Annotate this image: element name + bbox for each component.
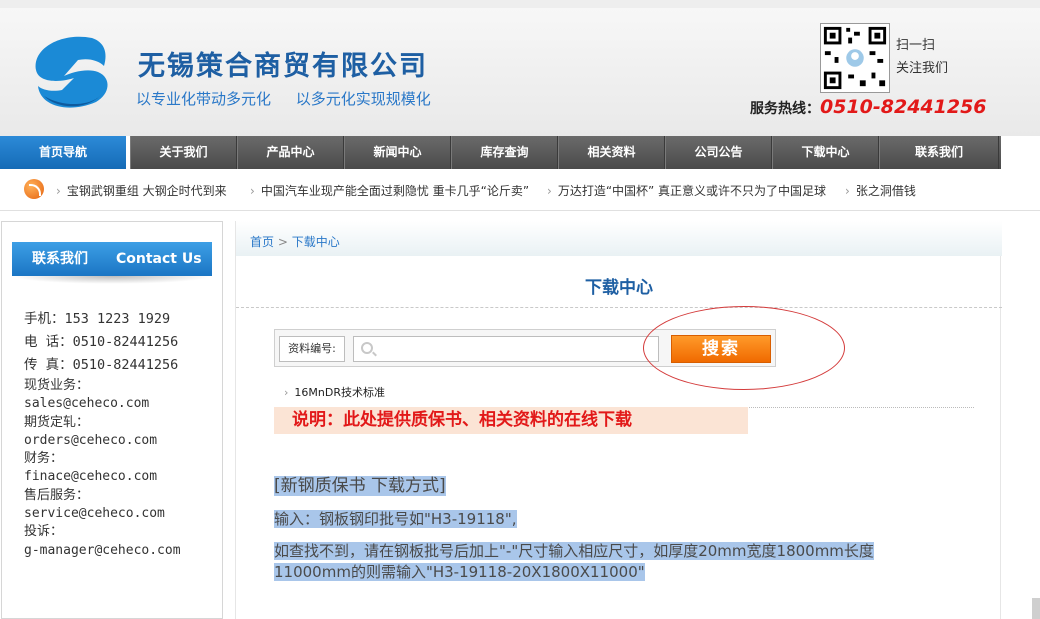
nav-item-inventory[interactable]: 库存查询: [451, 136, 558, 169]
nav-item-downloads[interactable]: 下载中心: [772, 136, 879, 169]
news-ticker: 宝钢武钢重组 大钢企时代到来 中国汽车业现产能全面过剩隐忧 重卡几乎“论斤卖” …: [0, 169, 1040, 211]
rss-icon: [24, 179, 44, 199]
qr-caption: 扫一扫 关注我们: [896, 34, 948, 80]
hotline-number: 0510-82441256: [820, 96, 987, 118]
main-nav: 首页导航 关于我们 产品中心 新闻中心 库存查询 相关资料 公司公告 下载中心 …: [0, 136, 1001, 169]
breadcrumb-bar: 首页 > 下载中心: [236, 221, 1002, 256]
qr-code-icon: [820, 23, 890, 93]
method-step-2: 如查找不到，请在钢板批号后加上"-"尺寸输入相应尺寸，如厚度20mm宽度1800…: [274, 541, 974, 583]
news-item[interactable]: 宝钢武钢重组 大钢企时代到来: [56, 182, 227, 199]
method-title-text: [新钢质保书 下载方式]: [274, 476, 446, 496]
news-item[interactable]: 中国汽车业现产能全面过剩隐忧 重卡几乎“论斤卖”: [250, 182, 529, 199]
site-header: 无锡策合商贸有限公司 以专业化带动多元化 以多元化实现规模化 扫一扫 关注我们 …: [0, 8, 1040, 136]
method-step-1: 输入：钢板钢印批号如"H3-19118",: [274, 508, 517, 529]
nav-item-about[interactable]: 关于我们: [130, 136, 237, 169]
divider: [236, 307, 1002, 308]
search-label: 资料编号:: [279, 336, 345, 362]
slogan-1: 以专业化带动多元化: [136, 90, 272, 108]
nav-item-home[interactable]: 首页导航: [0, 136, 126, 169]
breadcrumb-current[interactable]: 下载中心: [292, 235, 340, 249]
highlight-circle: [643, 306, 845, 390]
hotline: 服务热线：0510-82441256: [750, 96, 987, 118]
breadcrumb-home[interactable]: 首页: [250, 235, 274, 249]
method-step-2-line-1: 如查找不到，请在钢板批号后加上"-"尺寸输入相应尺寸，如厚度20mm宽度1800…: [274, 542, 874, 560]
nav-item-announcements[interactable]: 公司公告: [665, 136, 772, 169]
contact-line: 投诉：: [24, 524, 64, 540]
main-content: 首页 > 下载中心 下载中心 资料编号: 搜索 16MnDR技术标准 说明：此处…: [235, 221, 1002, 619]
contact-title-cn: 联系我们: [32, 251, 88, 267]
search-icon: [361, 342, 373, 354]
nav-item-news[interactable]: 新闻中心: [344, 136, 451, 169]
contact-lines: 手机：153 1223 1929 电 话：0510-82441256 传 真：0…: [24, 308, 181, 560]
page-title: 下载中心: [585, 278, 653, 298]
breadcrumb-separator: >: [277, 235, 288, 249]
method-step-1-text: 输入：钢板钢印批号如"H3-19118",: [274, 510, 517, 528]
breadcrumb: 首页 > 下载中心: [250, 233, 340, 250]
slogan-2: 以多元化实现规模化: [295, 90, 431, 108]
title-shadow: [12, 276, 212, 284]
search-input[interactable]: [353, 336, 659, 362]
news-item[interactable]: 万达打造“中国杯” 真正意义或许不只为了中国足球: [547, 182, 826, 199]
contact-line: sales@ceheco.com: [24, 396, 150, 412]
qr-caption-1: 扫一扫: [896, 38, 936, 53]
contact-line: 传 真：0510-82441256: [24, 357, 179, 373]
method-step-2-line-2: 11000mm的则需输入"H3-19118-20X1800X11000": [274, 563, 645, 581]
nav-item-contact[interactable]: 联系我们: [879, 136, 999, 169]
contact-line: 期货定轧：: [24, 414, 90, 430]
download-notice: 说明：此处提供质保书、相关资料的在线下载: [274, 407, 748, 434]
slogan: 以专业化带动多元化 以多元化实现规模化: [136, 88, 451, 109]
contact-line: 财务：: [24, 451, 64, 467]
contact-line: orders@ceheco.com: [24, 432, 158, 448]
document-link[interactable]: 16MnDR技术标准: [284, 384, 385, 400]
nav-item-materials[interactable]: 相关资料: [558, 136, 665, 169]
qr-caption-2: 关注我们: [896, 61, 949, 76]
company-name: 无锡策合商贸有限公司: [138, 51, 428, 82]
contact-line: service@ceheco.com: [24, 506, 165, 522]
contact-line: g-manager@ceheco.com: [24, 542, 181, 558]
contact-line: 售后服务：: [24, 487, 90, 503]
top-bar: [0, 0, 1040, 8]
contact-title: 联系我们 Contact Us: [12, 242, 212, 276]
contact-line: 现货业务：: [24, 378, 90, 393]
contact-line: 电 话：0510-82441256: [24, 334, 179, 350]
contact-line: finace@ceheco.com: [24, 469, 158, 485]
contact-line: 手机：153 1223 1929: [24, 311, 171, 327]
nav-item-products[interactable]: 产品中心: [237, 136, 344, 169]
company-logo-icon: [35, 36, 108, 108]
contact-title-en: Contact Us: [116, 251, 202, 267]
contact-sidebar: 联系我们 Contact Us 手机：153 1223 1929 电 话：051…: [1, 221, 223, 619]
hotline-label: 服务热线：: [750, 101, 820, 117]
scrollbar[interactable]: [1032, 598, 1040, 619]
method-title: [新钢质保书 下载方式]: [274, 471, 446, 496]
news-item[interactable]: 张之洞借钱: [845, 182, 916, 199]
